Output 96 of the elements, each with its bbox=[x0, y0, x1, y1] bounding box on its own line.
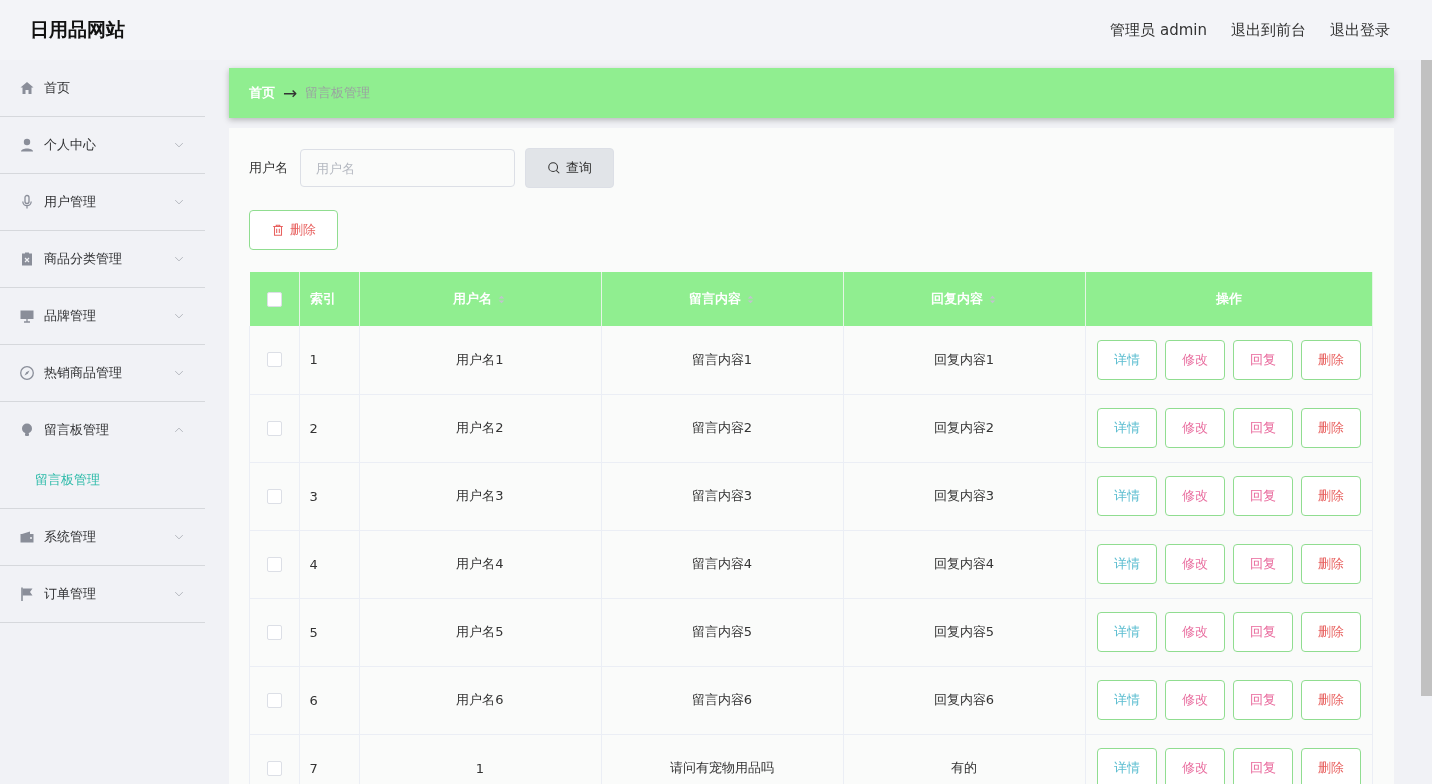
table-cell: 用户名6 bbox=[456, 692, 504, 707]
clipboard-icon bbox=[19, 251, 35, 267]
sidebar-item[interactable]: 商品分类管理 bbox=[0, 231, 205, 287]
edit-button[interactable]: 修改 bbox=[1164, 544, 1225, 584]
sidebar-subitem[interactable]: 留言板管理 bbox=[0, 458, 205, 508]
detail-button[interactable]: 详情 bbox=[1096, 476, 1157, 516]
edit-button[interactable]: 修改 bbox=[1164, 408, 1225, 448]
table-cell: 2 bbox=[309, 420, 318, 436]
compass-icon bbox=[19, 365, 35, 381]
delete-button[interactable]: 删除 bbox=[1300, 748, 1361, 784]
reply-button[interactable]: 回复 bbox=[1232, 476, 1293, 516]
table-cell: 有的 bbox=[951, 760, 977, 775]
table-cell: 回复内容6 bbox=[933, 692, 995, 707]
table-cell: 留言内容6 bbox=[691, 692, 753, 707]
search-button[interactable]: 查询 bbox=[525, 148, 614, 188]
sidebar-item[interactable]: 个人中心 bbox=[0, 117, 205, 173]
sidebar-item[interactable]: 订单管理 bbox=[0, 566, 205, 622]
table-cell: 请问有宠物用品吗 bbox=[670, 760, 774, 775]
search-icon bbox=[547, 161, 561, 175]
edit-button[interactable]: 修改 bbox=[1164, 476, 1225, 516]
row-checkbox[interactable] bbox=[266, 352, 282, 368]
row-checkbox[interactable] bbox=[266, 760, 282, 776]
row-checkbox[interactable] bbox=[266, 420, 282, 436]
table-cell: 用户名5 bbox=[456, 624, 504, 639]
header-link[interactable]: 退出到前台 bbox=[1231, 20, 1306, 40]
detail-button[interactable]: 详情 bbox=[1096, 339, 1157, 380]
row-checkbox[interactable] bbox=[266, 692, 282, 708]
sidebar-item[interactable]: 热销商品管理 bbox=[0, 345, 205, 401]
delete-button[interactable]: 删除 bbox=[1300, 408, 1361, 448]
edit-button[interactable]: 修改 bbox=[1164, 680, 1225, 720]
table-cell: 回复内容2 bbox=[933, 420, 995, 435]
header-link[interactable]: 退出登录 bbox=[1330, 20, 1390, 40]
lightbulb-icon bbox=[19, 422, 35, 438]
detail-button[interactable]: 详情 bbox=[1096, 408, 1157, 448]
table-cell: 用户名3 bbox=[456, 488, 504, 503]
sidebar-item[interactable]: 品牌管理 bbox=[0, 288, 205, 344]
search-label: 用户名 bbox=[249, 159, 288, 177]
edit-button[interactable]: 修改 bbox=[1164, 612, 1225, 652]
reply-button[interactable]: 回复 bbox=[1232, 339, 1293, 380]
detail-button[interactable]: 详情 bbox=[1096, 612, 1157, 652]
row-checkbox[interactable] bbox=[266, 556, 282, 572]
table-cell: 回复内容3 bbox=[933, 488, 995, 503]
table-cell: 3 bbox=[309, 488, 318, 504]
detail-button[interactable]: 详情 bbox=[1096, 680, 1157, 720]
detail-button[interactable]: 详情 bbox=[1096, 748, 1157, 784]
table-cell: 用户名1 bbox=[456, 351, 504, 367]
edit-button[interactable]: 修改 bbox=[1164, 748, 1225, 784]
monitor-icon bbox=[19, 308, 35, 324]
table-cell: 1 bbox=[475, 760, 485, 776]
table-cell: 留言内容5 bbox=[691, 624, 753, 639]
scrollbar-thumb[interactable] bbox=[1421, 60, 1432, 696]
table-cell: 留言内容2 bbox=[691, 420, 753, 435]
table-cell: 回复内容4 bbox=[933, 556, 995, 571]
table-cell: 7 bbox=[309, 760, 318, 776]
table-cell: 留言内容1 bbox=[691, 351, 753, 367]
reply-button[interactable]: 回复 bbox=[1232, 748, 1293, 784]
table-cell: 留言内容4 bbox=[691, 556, 753, 571]
sidebar-item[interactable]: 首页 bbox=[0, 60, 205, 116]
table-cell: 用户名2 bbox=[456, 420, 504, 435]
table-cell: 1 bbox=[309, 352, 318, 368]
delete-button[interactable]: 删除 bbox=[1300, 476, 1361, 516]
delete-button[interactable]: 删除 bbox=[1300, 544, 1361, 584]
sidebar-item[interactable]: 留言板管理 bbox=[0, 402, 205, 458]
table-cell: 回复内容1 bbox=[933, 351, 995, 367]
sidebar-item[interactable]: 系统管理 bbox=[0, 509, 205, 565]
table-cell: 4 bbox=[309, 556, 318, 572]
row-checkbox[interactable] bbox=[266, 488, 282, 504]
site-title: 日用品网站 bbox=[30, 17, 125, 42]
reply-button[interactable]: 回复 bbox=[1232, 544, 1293, 584]
reply-button[interactable]: 回复 bbox=[1232, 612, 1293, 652]
flag-icon bbox=[19, 586, 35, 602]
reply-button[interactable]: 回复 bbox=[1232, 680, 1293, 720]
detail-button[interactable]: 详情 bbox=[1096, 544, 1157, 584]
trash-icon bbox=[271, 223, 285, 237]
user-icon bbox=[19, 137, 35, 153]
table-cell: 6 bbox=[309, 692, 318, 708]
delete-button[interactable]: 删除 bbox=[1300, 612, 1361, 652]
table-cell: 回复内容5 bbox=[933, 624, 995, 639]
breadcrumb-current: 留言板管理 bbox=[305, 84, 371, 102]
table-cell: 用户名4 bbox=[456, 556, 504, 571]
delete-button[interactable]: 删除 bbox=[249, 210, 338, 250]
row-checkbox[interactable] bbox=[266, 624, 282, 640]
wallet-icon bbox=[19, 529, 35, 545]
table-cell: 留言内容3 bbox=[691, 488, 753, 503]
select-all-checkbox[interactable] bbox=[266, 291, 282, 307]
microphone-icon bbox=[19, 194, 35, 210]
delete-button[interactable]: 删除 bbox=[1300, 339, 1361, 380]
home-icon bbox=[19, 80, 35, 96]
breadcrumb-arrow: → bbox=[283, 83, 298, 103]
header-link[interactable]: 管理员 admin bbox=[1110, 20, 1207, 40]
search-field[interactable]: 用户名 bbox=[300, 149, 515, 187]
delete-button[interactable]: 删除 bbox=[1300, 680, 1361, 720]
table-cell: 5 bbox=[309, 624, 318, 640]
sidebar-item[interactable]: 用户管理 bbox=[0, 174, 205, 230]
reply-button[interactable]: 回复 bbox=[1232, 408, 1293, 448]
edit-button[interactable]: 修改 bbox=[1164, 339, 1225, 380]
